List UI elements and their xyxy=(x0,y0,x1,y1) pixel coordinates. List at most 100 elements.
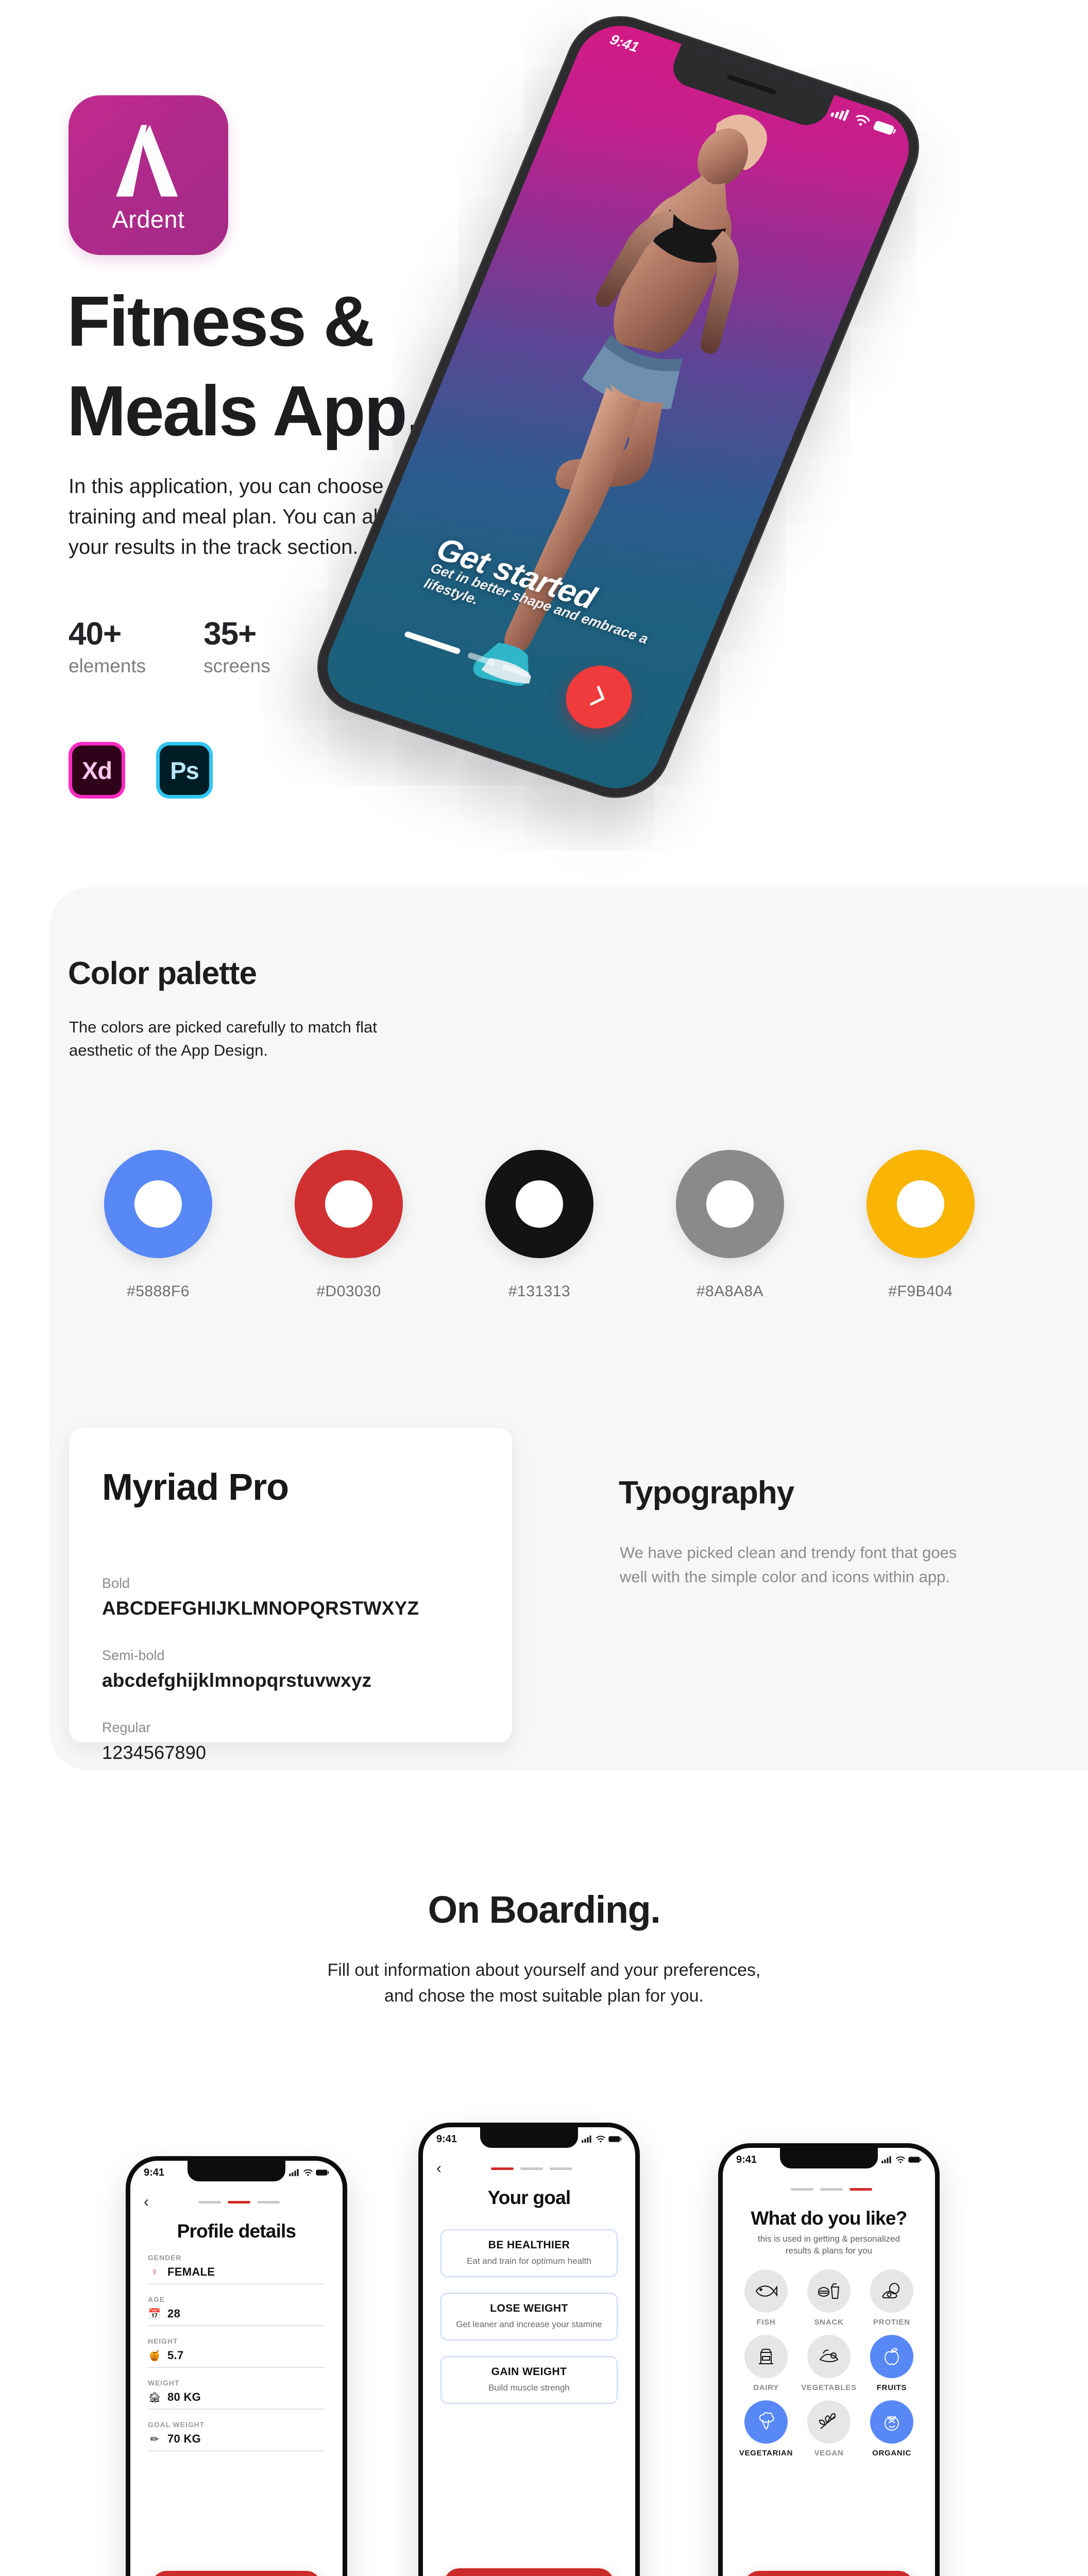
font-weight-sample: ABCDEFGHIJKLMNOPQRSTWXYZ xyxy=(102,1598,419,1619)
software-badges: Xd Ps xyxy=(69,742,213,799)
next-button[interactable]: Next › xyxy=(444,2568,614,2576)
egg-icon xyxy=(882,2282,899,2298)
preference-vegan[interactable]: VEGAN xyxy=(800,2400,858,2458)
cellular-signal-icon xyxy=(289,2169,299,2176)
next-button[interactable]: Next › xyxy=(151,2571,321,2576)
swatch-item: #F9B404 xyxy=(825,1150,1016,1300)
field-value: 80 KG xyxy=(167,2391,201,2403)
field-goal-weight[interactable]: GOAL WEIGHT ✏ 70 KG xyxy=(148,2420,325,2451)
onboarding-title: On Boarding. xyxy=(428,1888,661,1931)
next-button[interactable]: Next › xyxy=(744,2571,914,2576)
progress-step xyxy=(198,2200,221,2204)
progress-step xyxy=(791,2188,813,2191)
wifi-icon xyxy=(303,2169,313,2176)
goal-option-lose-weight[interactable]: LOSE WEIGHT Get leaner and increase your… xyxy=(440,2293,618,2341)
ardent-a-logo-icon xyxy=(116,125,178,197)
preference-vegetarian[interactable]: VEGETARIAN xyxy=(737,2400,795,2458)
app-logo-tile: Ardent xyxy=(69,95,228,255)
goal-title: BE HEALTHIER xyxy=(488,2239,570,2251)
adobe-photoshop-badge: Ps xyxy=(156,742,213,799)
goal-description: Build muscle strengh xyxy=(488,2383,570,2393)
font-weight-sample: abcdefghijklmnopqrstuvwxyz xyxy=(102,1670,372,1691)
field-gender[interactable]: GENDER ♀ FEMALE xyxy=(148,2253,325,2284)
cellular-signal-icon xyxy=(582,2136,591,2143)
leaf-branch-icon xyxy=(819,2413,836,2429)
font-weight-regular: Regular 1234567890 xyxy=(102,1720,206,1764)
cellular-signal-icon xyxy=(881,2156,891,2163)
screen-heading: Profile details xyxy=(177,2221,296,2242)
preference-vegetables[interactable]: VEGETABLES xyxy=(800,2334,858,2392)
field-label: GOAL WEIGHT xyxy=(148,2420,205,2429)
back-button[interactable]: ‹ xyxy=(144,2194,149,2210)
preference-label: ORGANIC xyxy=(872,2448,911,2458)
swatch-ring xyxy=(485,1150,593,1258)
status-time: 9:41 xyxy=(436,2133,457,2145)
scale-icon: 🏚 xyxy=(148,2392,161,2403)
swatch-hole xyxy=(897,1180,944,1228)
status-time: 9:41 xyxy=(144,2166,165,2178)
preference-label: VEGETARIAN xyxy=(739,2448,793,2458)
stat-elements-label: elements xyxy=(69,655,146,676)
pencil-icon: ✏ xyxy=(150,2433,159,2445)
swatch-hex-label: #5888F6 xyxy=(127,1283,190,1300)
broccoli-icon xyxy=(759,2412,774,2430)
goal-options: BE HEALTHIER Eat and train for optimum h… xyxy=(423,2209,635,2404)
swatch-ring xyxy=(676,1150,784,1258)
hero-phone-mockup: 9:41 Get started Get in better shape and… xyxy=(301,2,1056,835)
preference-fruits[interactable]: FRUITS xyxy=(863,2334,921,2392)
swatch-hex-label: #8A8A8A xyxy=(696,1283,764,1300)
field-value: 70 KG xyxy=(167,2432,201,2445)
preference-dairy[interactable]: DAIRY xyxy=(737,2334,795,2392)
top-navigation: ‹ xyxy=(723,2172,935,2199)
preference-bubble xyxy=(870,2269,913,2313)
apple-icon xyxy=(885,2348,899,2365)
field-label: WEIGHT xyxy=(148,2379,180,2387)
goal-description: Eat and train for optimum health xyxy=(467,2256,591,2266)
field-height[interactable]: HEIGHT 🍯 5.7 xyxy=(148,2337,325,2368)
hero-section: Ardent Fitness & Meals App. In this appl… xyxy=(0,0,1088,886)
goal-option-gain-weight[interactable]: GAIN WEIGHT Build muscle strengh xyxy=(440,2356,618,2404)
swatch-item: #5888F6 xyxy=(63,1150,253,1300)
preference-fish[interactable]: FISH xyxy=(737,2269,795,2327)
onboarding-screen-your-goal: 9:41 ‹ Your goal BE HEALTHIER Eat and tr… xyxy=(418,2123,640,2576)
battery-icon xyxy=(608,2136,622,2142)
field-weight[interactable]: WEIGHT 🏚 80 KG xyxy=(148,2379,325,2410)
status-indicators xyxy=(881,2156,922,2163)
font-weight-bold: Bold ABCDEFGHIJKLMNOPQRSTWXYZ xyxy=(102,1575,419,1619)
swatch-ring xyxy=(104,1150,212,1258)
milk-carton-icon xyxy=(759,2348,773,2364)
field-label: GENDER xyxy=(148,2253,182,2262)
chevron-right-icon xyxy=(590,686,605,706)
app-logo-name: Ardent xyxy=(112,206,185,233)
preference-bubble xyxy=(870,2334,913,2378)
preference-bubble xyxy=(807,2400,851,2444)
field-age[interactable]: AGE 📅 28 xyxy=(148,2295,325,2326)
preference-snack[interactable]: SNACK xyxy=(800,2269,858,2327)
font-specimen-card: Myriad Pro Bold ABCDEFGHIJKLMNOPQRSTWXYZ… xyxy=(69,1428,512,1763)
phone-notch xyxy=(188,2161,285,2181)
preference-bubble xyxy=(807,2334,851,2378)
stat-screens-label: screens xyxy=(203,655,270,676)
progress-step-active xyxy=(491,2167,514,2170)
progress-step-active xyxy=(228,2200,250,2204)
presentation-page: Ardent Fitness & Meals App. In this appl… xyxy=(0,0,1088,2576)
preference-protien[interactable]: PROTIEN xyxy=(863,2269,921,2327)
swatch-hole xyxy=(516,1180,563,1228)
swatch-hex-label: #131313 xyxy=(508,1283,571,1300)
swatch-hole xyxy=(706,1180,754,1228)
swatch-hole xyxy=(325,1180,372,1228)
preference-organic[interactable]: ORGANIC xyxy=(863,2400,921,2458)
preference-label: FRUITS xyxy=(876,2383,907,2392)
font-name: Myriad Pro xyxy=(102,1467,289,1508)
back-button[interactable]: ‹ xyxy=(436,2161,441,2176)
burger-drink-icon xyxy=(818,2283,840,2299)
phone-notch xyxy=(780,2148,878,2168)
preference-label: SNACK xyxy=(814,2317,844,2327)
progress-step xyxy=(550,2167,572,2170)
progress-step xyxy=(520,2167,543,2170)
goal-option-be-healthier[interactable]: BE HEALTHIER Eat and train for optimum h… xyxy=(440,2229,618,2277)
typography-title: Typography xyxy=(619,1475,794,1511)
stat-screens: 35+ screens xyxy=(203,616,270,677)
status-time: 9:41 xyxy=(736,2154,757,2165)
font-weight-label: Semi-bold xyxy=(102,1648,165,1663)
